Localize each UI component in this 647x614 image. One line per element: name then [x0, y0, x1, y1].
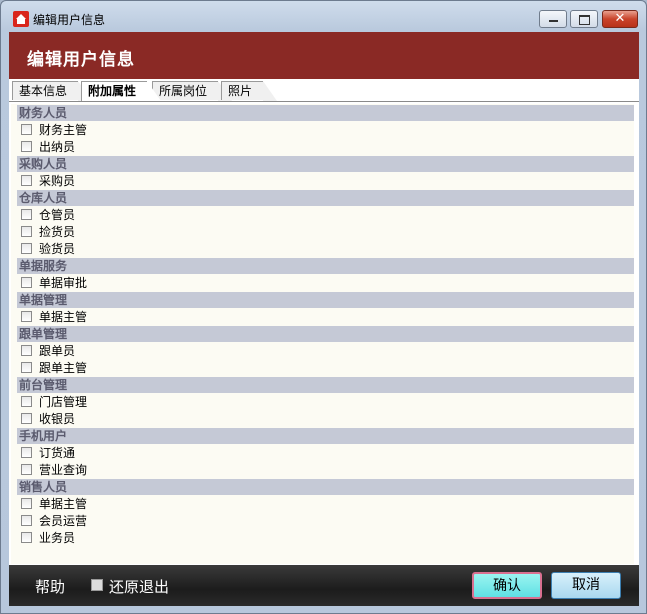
tab-label: 基本信息 — [19, 84, 68, 98]
section-header: 单据服务 — [17, 258, 634, 274]
restore-exit-checkbox[interactable] — [91, 579, 103, 591]
tab-positions[interactable]: 所属岗位 — [152, 81, 232, 101]
checkbox-label: 财务主管 — [39, 123, 88, 137]
page-title: 编辑用户信息 — [27, 50, 135, 70]
checkbox[interactable] — [21, 447, 32, 458]
checkbox[interactable] — [21, 243, 32, 254]
close-icon: ✕ — [614, 11, 626, 26]
checkbox[interactable] — [21, 277, 32, 288]
checkbox[interactable] — [21, 413, 32, 424]
checkbox[interactable] — [21, 124, 32, 135]
tab-photo[interactable]: 照片 — [221, 81, 277, 101]
checkbox[interactable] — [21, 362, 32, 373]
cancel-button[interactable]: 取消 — [551, 572, 621, 599]
minimize-button[interactable] — [539, 10, 567, 28]
checkbox-label: 跟单主管 — [39, 361, 88, 375]
help-link[interactable]: 帮助 — [35, 576, 65, 597]
checkbox-label: 营业查询 — [39, 463, 88, 477]
section-header: 销售人员 — [17, 479, 634, 495]
section-header: 手机用户 — [17, 428, 634, 444]
checkbox-label: 仓管员 — [39, 208, 76, 222]
checkbox-label: 跟单员 — [39, 344, 76, 358]
checkbox[interactable] — [21, 141, 32, 152]
checkbox[interactable] — [21, 396, 32, 407]
checkbox-label: 验货员 — [39, 242, 76, 256]
checkbox[interactable] — [21, 175, 32, 186]
checkbox-label: 会员运营 — [39, 514, 88, 528]
checkbox-label: 单据主管 — [39, 497, 88, 511]
checkbox[interactable] — [21, 464, 32, 475]
checkbox-label: 单据审批 — [39, 276, 88, 290]
checkbox-label: 捡货员 — [39, 225, 76, 239]
section-header: 仓库人员 — [17, 190, 634, 206]
checkbox-label: 出纳员 — [39, 140, 76, 154]
window-title: 编辑用户信息 — [33, 13, 106, 27]
section-header: 前台管理 — [17, 377, 634, 393]
confirm-button[interactable]: 确认 — [472, 572, 542, 599]
maximize-button[interactable] — [570, 10, 598, 28]
tab-bar: 基本信息 附加属性 所属岗位 照片 — [9, 81, 639, 102]
dialog-client: 编辑用户信息 基本信息 附加属性 所属岗位 照片 财务人员财务主管出纳员采购人员… — [9, 32, 639, 606]
checkbox[interactable] — [21, 209, 32, 220]
checkbox[interactable] — [21, 515, 32, 526]
tab-label: 附加属性 — [88, 84, 137, 98]
checkbox-label: 采购员 — [39, 174, 76, 188]
section-header: 采购人员 — [17, 156, 634, 172]
checkbox-label: 收银员 — [39, 412, 76, 426]
dialog-window: 编辑用户信息 ✕ 编辑用户信息 基本信息 附加属性 所属岗位 照片 财务人员 财务… — [0, 0, 647, 614]
header-band: 编辑用户信息 — [9, 32, 639, 79]
checkbox-label: 门店管理 — [39, 395, 88, 409]
tab-basic-info[interactable]: 基本信息 — [12, 81, 92, 101]
section-header: 跟单管理 — [17, 326, 634, 342]
checkbox-label: 业务员 — [39, 531, 76, 545]
checkbox-label: 订货通 — [39, 446, 76, 460]
tab-extra-attributes[interactable]: 附加属性 — [81, 81, 161, 101]
tab-label: 所属岗位 — [159, 84, 208, 98]
checkbox[interactable] — [21, 345, 32, 356]
checkbox[interactable] — [21, 532, 32, 543]
restore-exit-label: 还原退出 — [109, 578, 170, 596]
close-button[interactable]: ✕ — [602, 10, 638, 28]
checkbox[interactable] — [21, 498, 32, 509]
attributes-panel: 财务人员财务主管出纳员采购人员采购员仓库人员仓管员捡货员验货员单据服务单据审批单… — [11, 104, 634, 564]
section-header: 财务人员 — [17, 105, 634, 121]
footer-bar: 帮助 还原退出 确认 取消 — [9, 565, 639, 606]
app-home-icon — [13, 11, 29, 27]
checkbox[interactable] — [21, 311, 32, 322]
checkbox-label: 单据主管 — [39, 310, 88, 324]
tab-label: 照片 — [228, 84, 253, 98]
checkbox[interactable] — [21, 226, 32, 237]
title-bar[interactable]: 编辑用户信息 ✕ — [1, 1, 646, 33]
section-header: 单据管理 — [17, 292, 634, 308]
